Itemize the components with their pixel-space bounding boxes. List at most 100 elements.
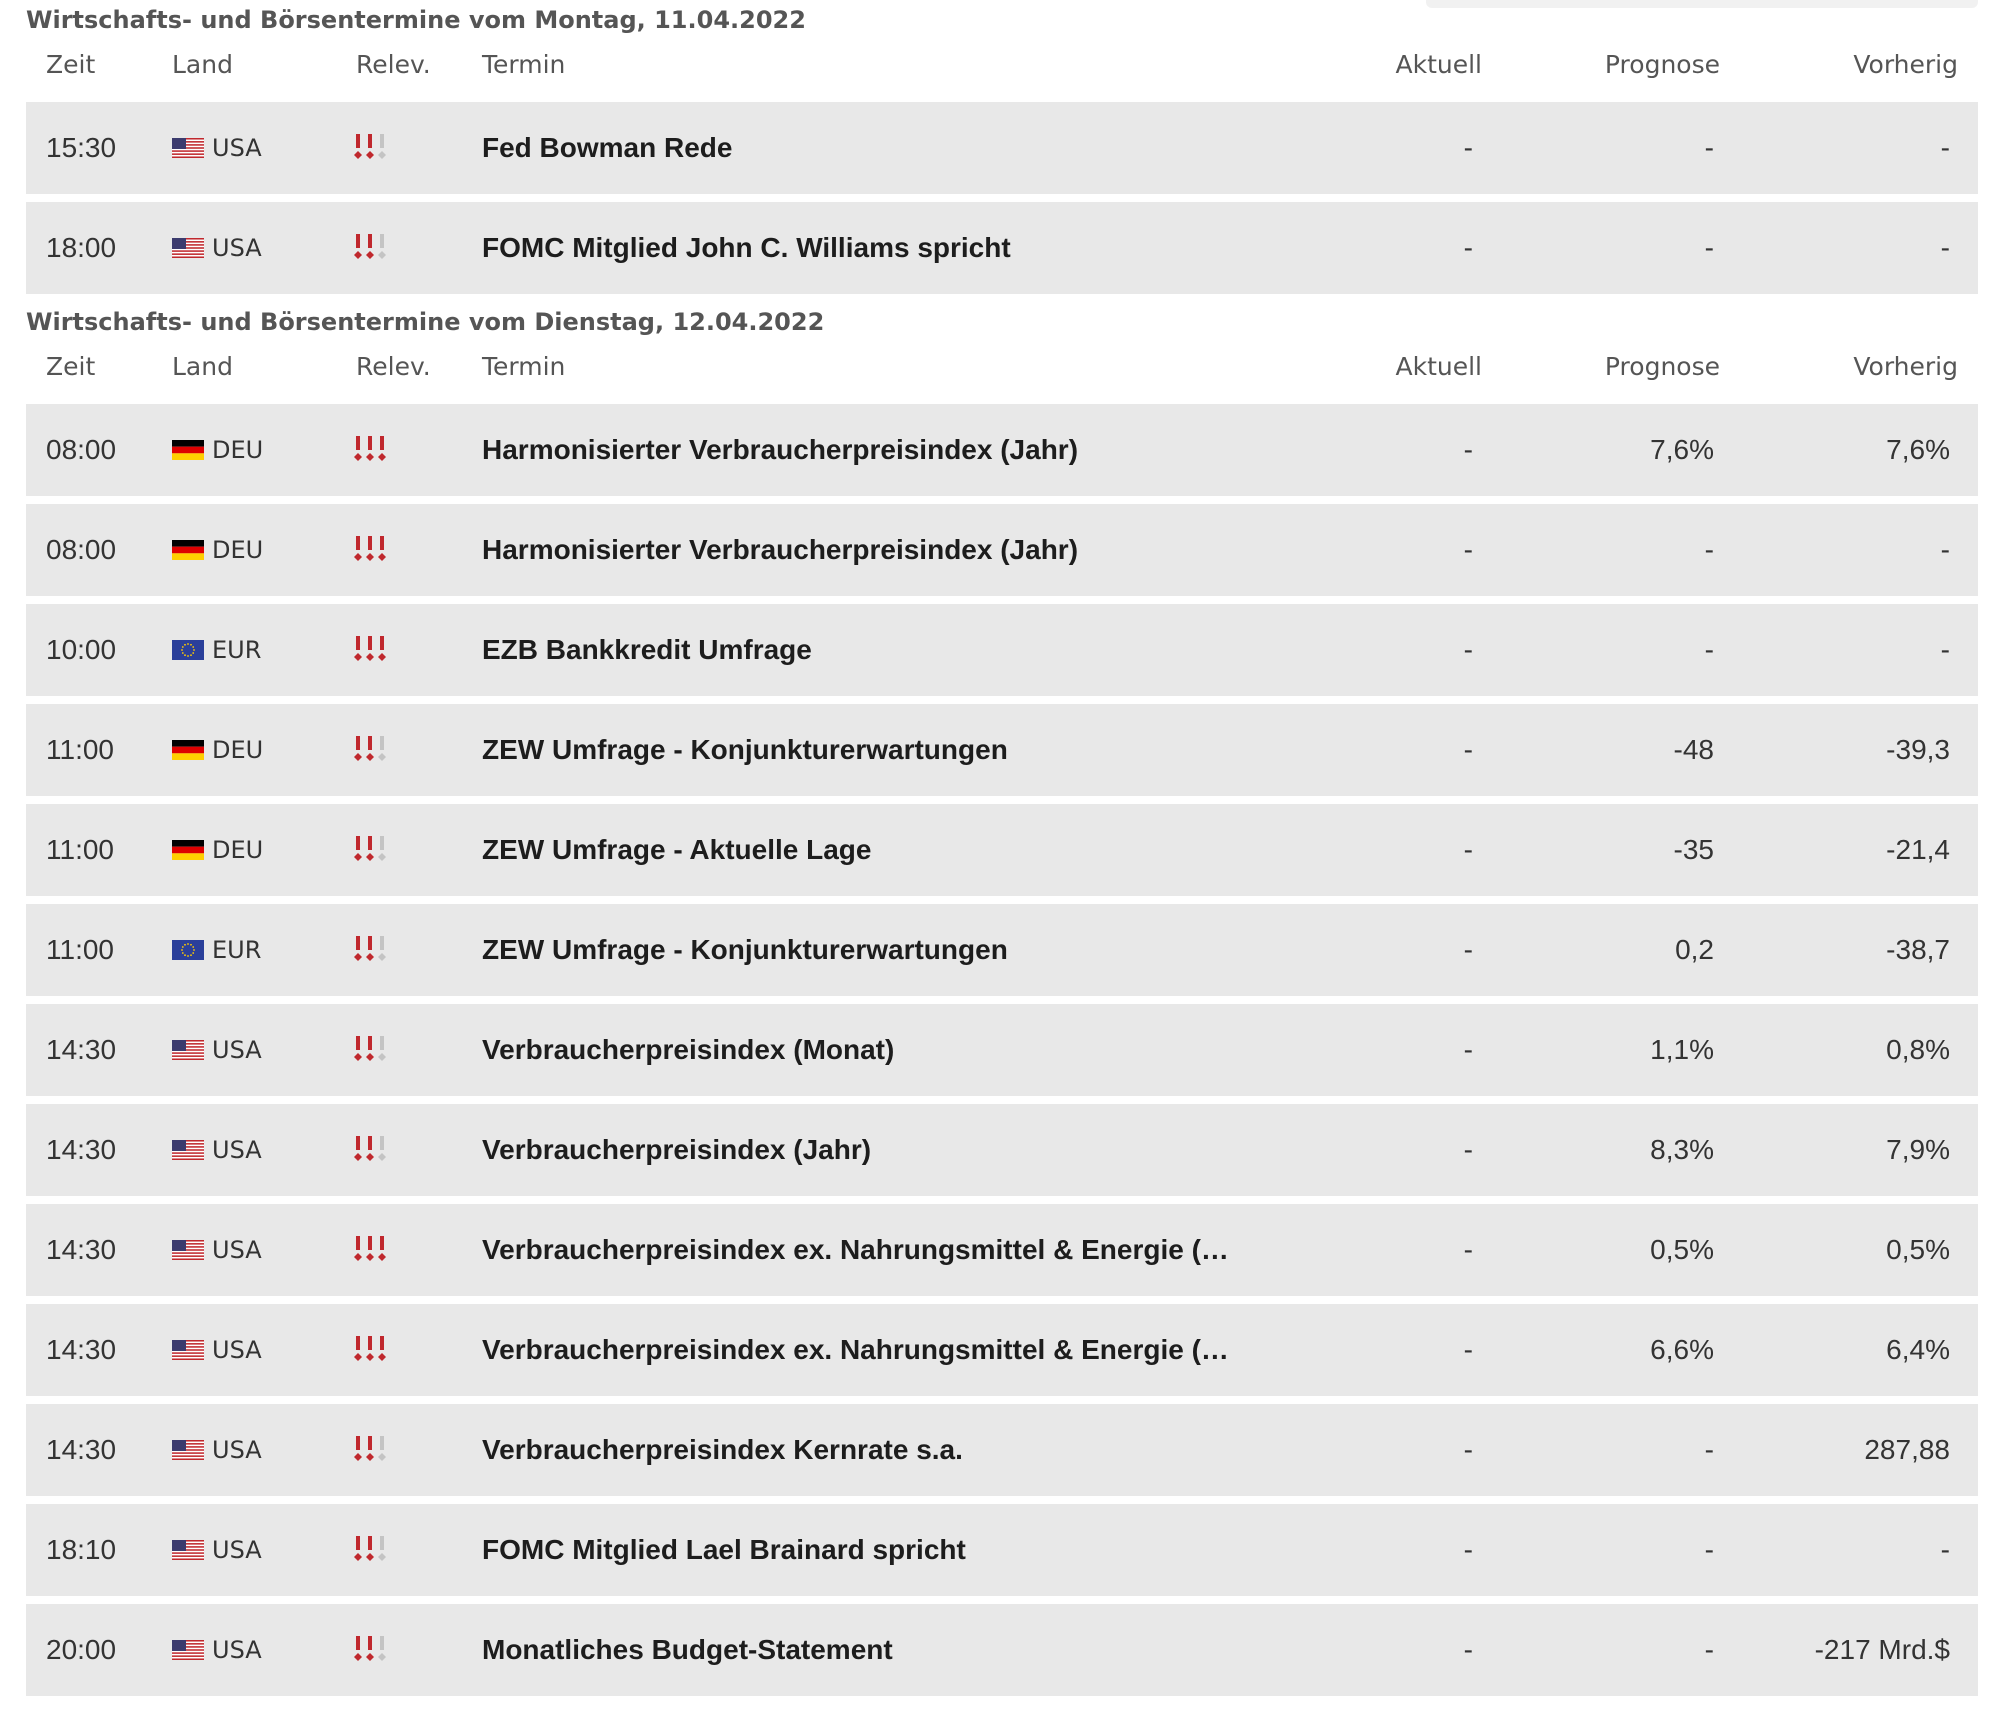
event-previous: -21,4 — [1886, 834, 1950, 865]
event-forecast: 1,1% — [1650, 1034, 1714, 1065]
event-previous: 0,8% — [1886, 1034, 1950, 1065]
country-code: USA — [212, 134, 262, 162]
us-flag-icon — [172, 138, 204, 158]
event-time: 14:30 — [46, 1334, 117, 1365]
header-time[interactable]: Zeit — [46, 342, 95, 392]
event-term-link[interactable]: Verbraucherpreisindex Kernrate s.a. — [482, 1404, 963, 1496]
header-relevance[interactable]: Relev. — [356, 342, 431, 392]
event-previous: 7,9% — [1886, 1134, 1950, 1165]
us-flag-icon — [172, 238, 204, 258]
event-relevance — [354, 1304, 394, 1396]
event-previous: - — [1940, 634, 1950, 665]
event-actual: - — [1463, 1434, 1473, 1465]
event-forecast: -35 — [1673, 834, 1714, 865]
event-row[interactable]: 14:30 USA Verbraucherpreisindex ex. Nahrun… — [26, 1304, 1978, 1396]
event-row[interactable]: 11:00 DEU ZEW Umfrage - Aktuelle Lage - -35 -… — [26, 804, 1978, 896]
header-forecast[interactable]: Prognose — [1605, 342, 1720, 392]
event-term-link[interactable]: Verbraucherpreisindex (Jahr) — [482, 1104, 871, 1196]
event-row[interactable]: 20:00 USA Monatliches Budget-Statement - - -2… — [26, 1604, 1978, 1696]
header-actual[interactable]: Aktuell — [1396, 342, 1483, 392]
event-previous: 0,5% — [1886, 1234, 1950, 1265]
event-time: 14:30 — [46, 1034, 117, 1065]
event-actual: - — [1463, 1234, 1473, 1265]
event-row[interactable]: 18:00 USA FOMC Mitglied John C. Williams s… — [26, 202, 1978, 294]
event-forecast: - — [1704, 634, 1714, 665]
event-row[interactable]: 08:00 DEU Harmonisierter Verbraucherpreisi… — [26, 504, 1978, 596]
header-term[interactable]: Termin — [482, 40, 565, 90]
event-term-link[interactable]: ZEW Umfrage - Konjunkturerwartungen — [482, 904, 1008, 996]
header-country[interactable]: Land — [172, 342, 233, 392]
header-previous[interactable]: Vorherig — [1853, 342, 1958, 392]
event-relevance — [354, 1104, 394, 1196]
event-row[interactable]: 14:30 USA Verbraucherpreisindex (Monat) - 1,… — [26, 1004, 1978, 1096]
event-term-link[interactable]: ZEW Umfrage - Aktuelle Lage — [482, 804, 871, 896]
event-actual: - — [1463, 132, 1473, 163]
relevance-icon — [354, 1536, 386, 1561]
event-actual: - — [1463, 1534, 1473, 1565]
country-code: USA — [212, 1036, 262, 1064]
us-flag-icon — [172, 1640, 204, 1660]
event-term-link[interactable]: FOMC Mitglied Lael Brainard spricht — [482, 1504, 966, 1596]
header-previous[interactable]: Vorherig — [1853, 40, 1958, 90]
event-previous: - — [1940, 1534, 1950, 1565]
event-term-link[interactable]: Verbraucherpreisindex ex. Nahrungsmittel… — [482, 1204, 1229, 1296]
event-actual: - — [1463, 1134, 1473, 1165]
event-country: DEU — [172, 404, 263, 496]
header-actual[interactable]: Aktuell — [1396, 40, 1483, 90]
event-term-link[interactable]: Fed Bowman Rede — [482, 102, 732, 194]
event-term-link[interactable]: Harmonisierter Verbraucherpreisindex (Ja… — [482, 504, 1078, 596]
country-code: EUR — [212, 936, 262, 964]
event-previous: 6,4% — [1886, 1334, 1950, 1365]
event-term-link[interactable]: Harmonisierter Verbraucherpreisindex (Ja… — [482, 404, 1078, 496]
event-actual: - — [1463, 1634, 1473, 1665]
event-actual: - — [1463, 1334, 1473, 1365]
header-term[interactable]: Termin — [482, 342, 565, 392]
country-code: DEU — [212, 836, 264, 864]
event-previous: - — [1940, 534, 1950, 565]
relevance-icon — [354, 234, 386, 259]
event-time: 08:00 — [46, 434, 117, 465]
event-country: USA — [172, 1104, 262, 1196]
event-row[interactable]: 14:30 USA Verbraucherpreisindex Kernrate s… — [26, 1404, 1978, 1496]
header-forecast[interactable]: Prognose — [1605, 40, 1720, 90]
country-code: USA — [212, 1336, 262, 1364]
event-row[interactable]: 14:30 USA Verbraucherpreisindex ex. Nahrun… — [26, 1204, 1978, 1296]
event-country: USA — [172, 1004, 262, 1096]
event-forecast: - — [1704, 232, 1714, 263]
de-flag-icon — [172, 440, 204, 460]
header-country[interactable]: Land — [172, 40, 233, 90]
relevance-icon — [354, 636, 386, 661]
event-term-link[interactable]: ZEW Umfrage - Konjunkturerwartungen — [482, 704, 1008, 796]
event-forecast: 0,5% — [1650, 1234, 1714, 1265]
event-term-link[interactable]: Verbraucherpreisindex ex. Nahrungsmittel… — [482, 1304, 1242, 1396]
us-flag-icon — [172, 1440, 204, 1460]
event-row[interactable]: 14:30 USA Verbraucherpreisindex (Jahr) - 8,3… — [26, 1104, 1978, 1196]
event-time: 08:00 — [46, 534, 117, 565]
event-term-link[interactable]: Monatliches Budget-Statement — [482, 1604, 893, 1696]
country-code: USA — [212, 1236, 262, 1264]
event-time: 11:00 — [46, 734, 114, 765]
event-forecast: 8,3% — [1650, 1134, 1714, 1165]
de-flag-icon — [172, 740, 204, 760]
header-relevance[interactable]: Relev. — [356, 40, 431, 90]
event-previous: - — [1940, 132, 1950, 163]
event-relevance — [354, 102, 394, 194]
event-term-link[interactable]: FOMC Mitglied John C. Williams spricht — [482, 202, 1011, 294]
event-row[interactable]: 15:30 USA Fed Bowman Rede - - - — [26, 102, 1978, 194]
event-term-link[interactable]: Verbraucherpreisindex (Monat) — [482, 1004, 894, 1096]
event-row[interactable]: 11:00 EUR ZEW Umfrage - Konjunkturerwartun… — [26, 904, 1978, 996]
event-term-link[interactable]: EZB Bankkredit Umfrage — [482, 604, 812, 696]
event-row[interactable]: 18:10 USA FOMC Mitglied Lael Brainard spri… — [26, 1504, 1978, 1596]
event-row[interactable]: 08:00 DEU Harmonisierter Verbraucherpreisi… — [26, 404, 1978, 496]
event-relevance — [354, 404, 394, 496]
section-title: Wirtschafts- und Börsentermine vom Monta… — [26, 6, 806, 34]
de-flag-icon — [172, 540, 204, 560]
event-row[interactable]: 10:00 EUR EZB Bankkredit Umfrage - - - — [26, 604, 1978, 696]
event-time: 18:00 — [46, 232, 117, 263]
header-time[interactable]: Zeit — [46, 40, 95, 90]
event-relevance — [354, 1604, 394, 1696]
country-code: USA — [212, 1636, 262, 1664]
event-time: 18:10 — [46, 1534, 117, 1565]
us-flag-icon — [172, 1340, 204, 1360]
event-row[interactable]: 11:00 DEU ZEW Umfrage - Konjunkturerwartun… — [26, 704, 1978, 796]
